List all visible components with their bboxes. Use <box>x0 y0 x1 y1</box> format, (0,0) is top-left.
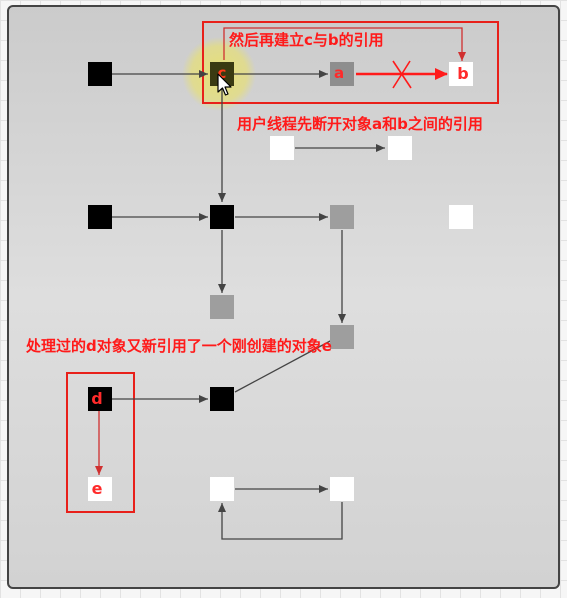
node-top-left-black <box>88 62 112 86</box>
node-a-label: a <box>333 64 345 82</box>
node-b-label: b <box>457 64 469 83</box>
node-bottom-white-1 <box>210 477 234 501</box>
node-black-right-of-d <box>210 387 234 411</box>
diagram-canvas <box>7 5 560 589</box>
node-d-label: d <box>91 389 103 408</box>
annotation-top: 然后再建立c与b的引用 <box>229 31 384 49</box>
node-white-2 <box>388 136 412 160</box>
annotation-middle: 用户线程先断开对象a和b之间的引用 <box>237 115 483 133</box>
node-bottom-white-2 <box>330 477 354 501</box>
node-lower-gray <box>210 295 234 319</box>
node-e-label: e <box>91 479 103 498</box>
node-mid-black <box>210 205 234 229</box>
node-white-1 <box>270 136 294 160</box>
node-bottom-gray <box>330 325 354 349</box>
annotation-bottom: 处理过的d对象又新引用了一个刚创建的对象e <box>26 337 332 355</box>
node-right-white <box>449 205 473 229</box>
mouse-pointer-icon <box>217 73 232 96</box>
node-mid-gray <box>330 205 354 229</box>
node-left-black <box>88 205 112 229</box>
